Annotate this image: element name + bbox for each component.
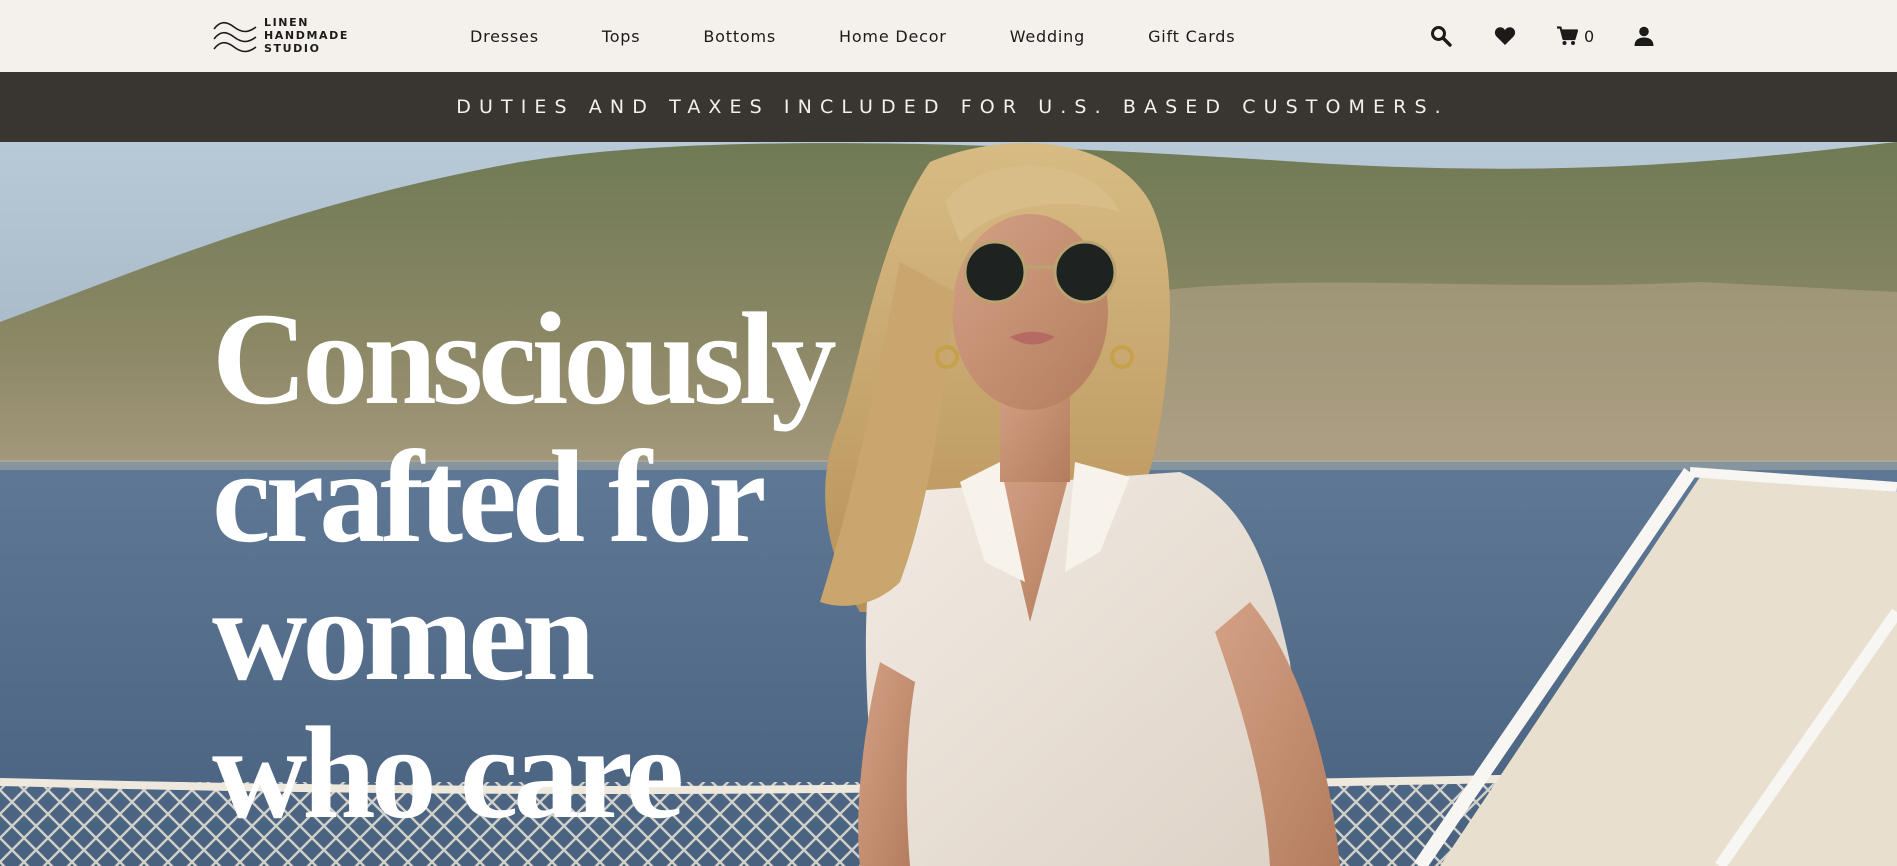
logo-line: LINEN: [264, 15, 310, 29]
nav-item-wedding[interactable]: Wedding: [1010, 27, 1085, 46]
brand-logo[interactable]: LINEN HANDMADE STUDIO: [212, 14, 362, 56]
hero-headline-line: Consciously: [212, 285, 837, 432]
wishlist-button[interactable]: [1494, 26, 1516, 46]
cart-icon: [1557, 26, 1578, 45]
cart-count: 0: [1584, 26, 1595, 46]
hero-headline-line: crafted for: [212, 423, 767, 570]
nav-item-home-decor[interactable]: Home Decor: [839, 27, 947, 46]
hero-banner[interactable]: Consciously crafted for women who care: [0, 142, 1897, 866]
header-actions: 0: [1430, 0, 1654, 72]
wave-logo-icon: [213, 21, 257, 53]
user-icon: [1634, 26, 1654, 46]
logo-wordmark: LINEN HANDMADE STUDIO: [264, 16, 349, 55]
hero-headline-line: who care: [212, 699, 684, 846]
main-nav: Dresses Tops Bottoms Home Decor Wedding …: [470, 0, 1235, 72]
cart-button[interactable]: 0: [1556, 26, 1594, 46]
logo-line: STUDIO: [264, 41, 321, 55]
nav-item-gift-cards[interactable]: Gift Cards: [1148, 27, 1235, 46]
nav-item-dresses[interactable]: Dresses: [470, 27, 539, 46]
account-button[interactable]: [1634, 26, 1654, 46]
logo-line: HANDMADE: [264, 28, 349, 42]
heart-icon: [1494, 27, 1516, 45]
nav-item-tops[interactable]: Tops: [602, 27, 641, 46]
hero-headline: Consciously crafted for women who care: [212, 290, 912, 842]
announcement-bar: DUTIES AND TAXES INCLUDED FOR U.S. BASED…: [0, 72, 1897, 142]
hero-headline-line: women: [212, 561, 595, 708]
search-icon: [1431, 26, 1452, 47]
announcement-text: DUTIES AND TAXES INCLUDED FOR U.S. BASED…: [456, 96, 1449, 118]
search-button[interactable]: [1430, 25, 1452, 47]
nav-item-bottoms[interactable]: Bottoms: [703, 27, 776, 46]
site-header: LINEN HANDMADE STUDIO Dresses Tops Botto…: [0, 0, 1897, 72]
